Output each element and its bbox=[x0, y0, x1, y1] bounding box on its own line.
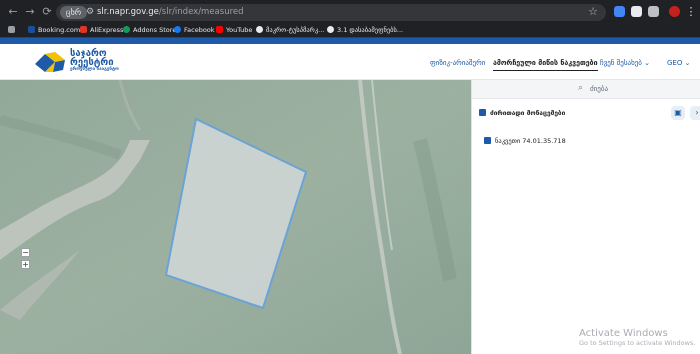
search-input[interactable]: ძიება bbox=[590, 85, 608, 93]
map-view[interactable]: − + bbox=[0, 80, 471, 354]
chevron-down-icon: ⌄ bbox=[684, 59, 691, 67]
close-panel-icon[interactable]: › bbox=[690, 106, 700, 120]
address-bar[interactable]: ცხრ ⚙ slr.napr.gov.ge/slr/index/measured… bbox=[56, 4, 606, 21]
parcel-icon bbox=[484, 137, 491, 144]
bookmark-booking[interactable]: Booking.com bbox=[28, 25, 80, 36]
extension-icon[interactable] bbox=[614, 6, 625, 17]
side-panel: ⌕ ძიება ძირითადი მონაცემები ▣ › ნაკვეთი … bbox=[471, 80, 700, 354]
bookmark-georgian-1[interactable]: მაკრო-ტუსპმარკ... bbox=[256, 25, 324, 36]
extensions-puzzle-icon[interactable] bbox=[648, 6, 659, 17]
bookmark-addons-store[interactable]: Addons Store bbox=[123, 25, 176, 36]
nav-selected-parcels[interactable]: ამორჩეული მიწის ნაკვეთები bbox=[493, 59, 598, 71]
print-icon[interactable]: ▣ bbox=[671, 106, 685, 120]
browser-toolbar: ← → ⟳ ცხრ ⚙ slr.napr.gov.ge/slr/index/me… bbox=[0, 0, 700, 24]
bookmark-facebook[interactable]: Facebook bbox=[174, 25, 215, 36]
search-bar[interactable]: ⌕ ძიება bbox=[472, 80, 700, 99]
site-header: საჯარო რეესტრი ეროვნული სააგენტო ფიზიკ-ა… bbox=[0, 44, 700, 80]
extension-icon[interactable] bbox=[631, 6, 642, 17]
logo-text[interactable]: საჯარო რეესტრი ეროვნული სააგენტო bbox=[70, 49, 119, 73]
bookmarks-bar: Booking.com AliExpress Addons Store Face… bbox=[0, 24, 700, 38]
chevron-down-icon: ⌄ bbox=[644, 59, 651, 67]
back-icon[interactable]: ← bbox=[6, 5, 20, 19]
zoom-in-button[interactable]: + bbox=[21, 260, 30, 269]
satellite-imagery bbox=[0, 80, 471, 354]
parcel-list-item[interactable]: ნაკვეთი 74.01.35.718 bbox=[472, 134, 700, 156]
parcel-label[interactable]: ნაკვეთი 74.01.35.718 bbox=[495, 137, 566, 145]
main-data-header: ძირითადი მონაცემები bbox=[472, 104, 700, 126]
apps-grid-icon[interactable] bbox=[8, 25, 18, 36]
nav-about-us[interactable]: ჩვენ შესახებ ⌄ bbox=[600, 59, 650, 67]
info-icon bbox=[479, 109, 486, 116]
nav-physical-area[interactable]: ფიზიკ-არიაშერი bbox=[430, 59, 485, 67]
main-data-title: ძირითადი მონაცემები bbox=[490, 109, 566, 117]
url-text[interactable]: slr.napr.gov.ge/slr/index/measured bbox=[97, 7, 244, 17]
napr-logo-icon[interactable] bbox=[33, 50, 67, 74]
nav-language-geo[interactable]: GEO ⌄ bbox=[667, 59, 690, 67]
search-icon[interactable]: ⌕ bbox=[578, 83, 583, 93]
bookmark-star-icon[interactable]: ☆ bbox=[588, 5, 598, 18]
menu-kebab-icon[interactable]: ⋮ bbox=[684, 5, 698, 19]
windows-activation-watermark: Activate Windows Go to Settings to activ… bbox=[579, 328, 696, 347]
reload-icon[interactable]: ⟳ bbox=[40, 5, 54, 19]
site-info-icon[interactable]: ⚙ bbox=[86, 7, 94, 17]
zoom-out-button[interactable]: − bbox=[21, 248, 30, 257]
bookmark-youtube[interactable]: YouTube bbox=[216, 25, 252, 36]
profile-avatar[interactable] bbox=[669, 6, 680, 17]
bookmark-georgian-2[interactable]: 3.1 დასაბამეფნებს... bbox=[327, 25, 403, 36]
url-chip[interactable]: ცხრ bbox=[60, 6, 88, 19]
forward-icon[interactable]: → bbox=[23, 5, 37, 19]
bookmark-aliexpress[interactable]: AliExpress bbox=[80, 25, 123, 36]
